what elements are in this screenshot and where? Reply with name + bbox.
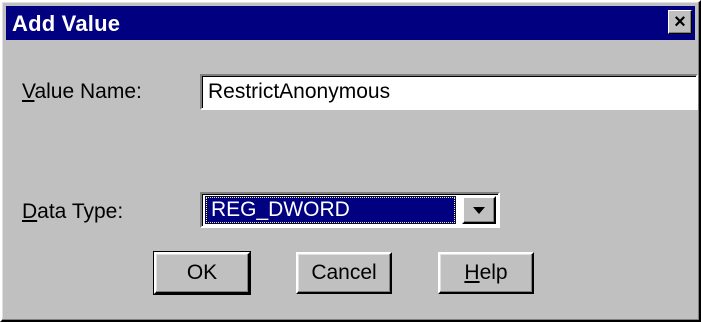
value-name-label-text: alue Name: bbox=[34, 80, 142, 103]
value-name-label: Value Name: bbox=[22, 80, 142, 104]
help-button-text: elp bbox=[479, 261, 508, 284]
help-button[interactable]: Help bbox=[438, 252, 534, 294]
help-button-accel: H bbox=[464, 261, 480, 284]
close-button[interactable]: × bbox=[668, 10, 692, 34]
dropdown-arrow-button[interactable] bbox=[462, 196, 496, 224]
value-name-label-accel: V bbox=[22, 80, 35, 103]
add-value-dialog: Add Value × Value Name: RestrictAnonymou… bbox=[0, 0, 701, 322]
chevron-down-icon bbox=[473, 206, 485, 214]
data-type-label: Data Type: bbox=[22, 200, 123, 224]
value-name-field[interactable]: RestrictAnonymous bbox=[200, 74, 698, 110]
title-bar[interactable]: Add Value × bbox=[6, 6, 695, 40]
ok-button[interactable]: OK bbox=[153, 251, 251, 295]
window-title: Add Value bbox=[12, 11, 121, 36]
data-type-label-accel: D bbox=[22, 200, 38, 223]
data-type-label-text: ata Type: bbox=[37, 200, 124, 223]
data-type-selected[interactable]: REG_DWORD bbox=[205, 196, 456, 224]
cancel-button[interactable]: Cancel bbox=[296, 252, 392, 294]
data-type-dropdown[interactable]: REG_DWORD bbox=[200, 192, 500, 228]
close-icon: × bbox=[674, 11, 686, 33]
